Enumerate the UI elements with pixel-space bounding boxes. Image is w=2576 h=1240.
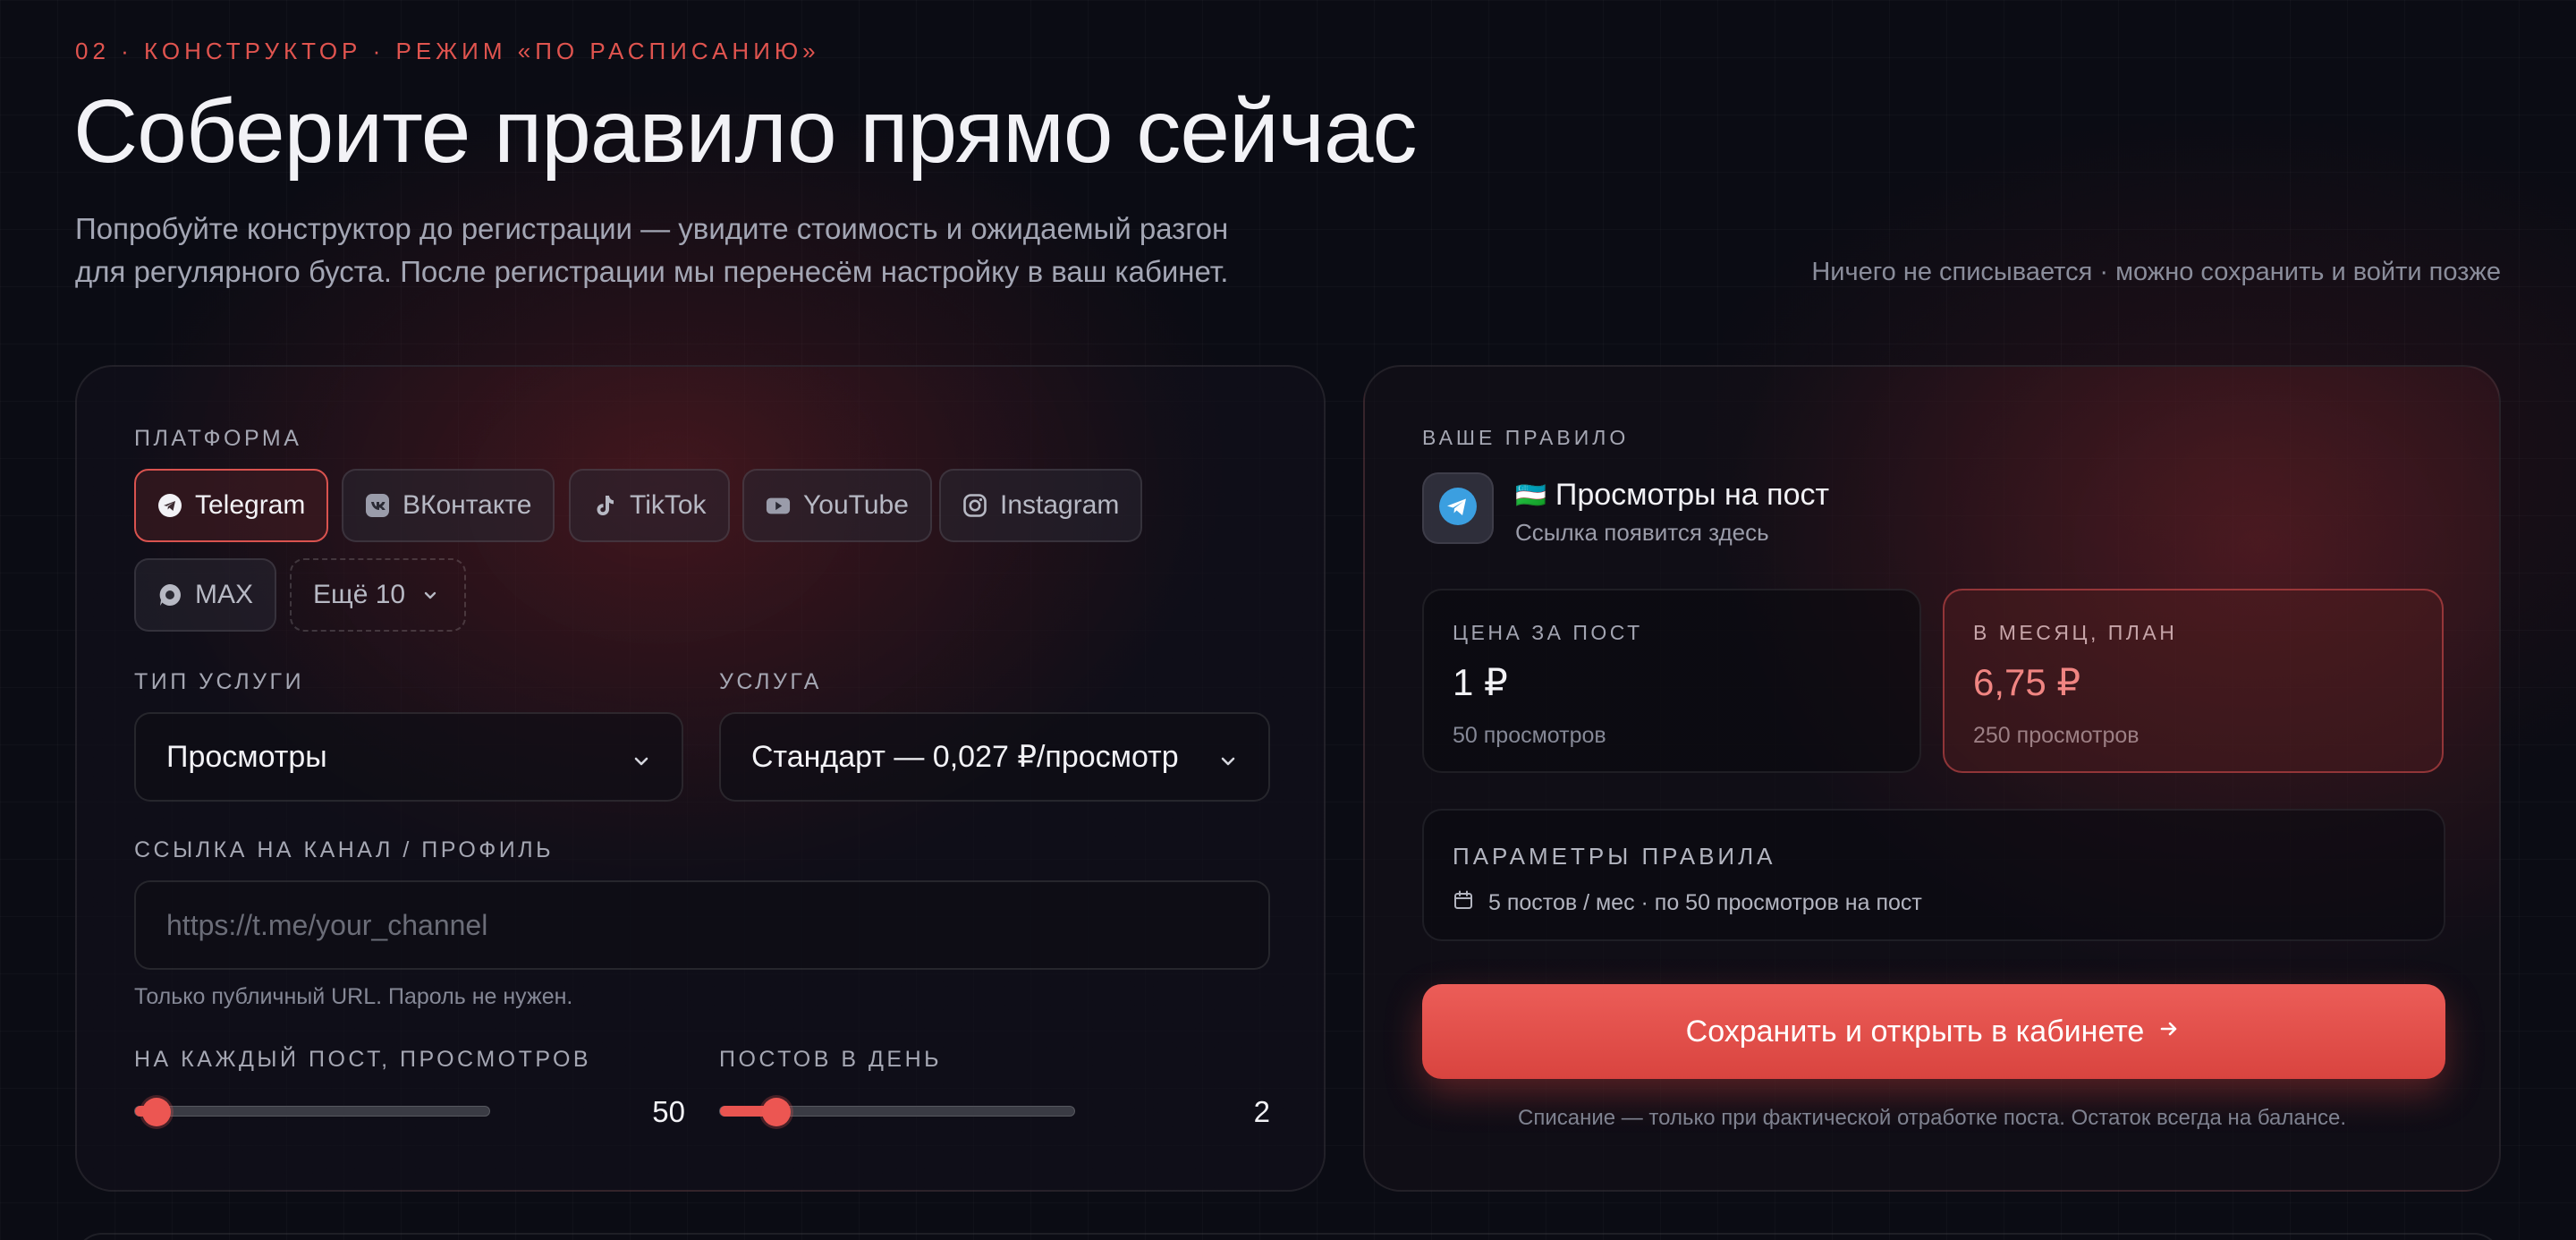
rule-label: ВАШЕ ПРАВИЛО: [1422, 426, 1630, 449]
price-per-post-sub: 50 просмотров: [1453, 723, 1606, 748]
posts-per-day-slider[interactable]: [719, 1098, 1075, 1126]
builder-card: ПЛАТФОРМА Telegram ВКонтакте TikTok YouT…: [75, 365, 1326, 1192]
calendar-icon: [1453, 889, 1474, 917]
posts-per-day-label: ПОСТОВ В ДЕНЬ: [719, 1047, 943, 1072]
rule-title-text: Просмотры на пост: [1555, 478, 1830, 512]
link-hint: Только публичный URL. Пароль не нужен.: [134, 984, 573, 1009]
rule-card: ВАШЕ ПРАВИЛО 🇺🇿 Просмотры на пост Ссылка…: [1363, 365, 2501, 1192]
monthly-plan-card: В МЕСЯЦ, ПЛАН 6,75 ₽ 250 просмотров: [1943, 589, 2444, 773]
per-post-slider-thumb[interactable]: [141, 1098, 171, 1126]
platform-chip-label: Telegram: [195, 490, 306, 520]
platform-chip-label: MAX: [195, 580, 254, 609]
link-label: ССЫЛКА НА КАНАЛ / ПРОФИЛЬ: [134, 837, 555, 862]
save-and-open-button[interactable]: Сохранить и открыть в кабинете: [1422, 984, 2445, 1079]
per-post-value: 50: [652, 1095, 685, 1128]
service-type-value: Просмотры: [166, 739, 327, 774]
max-icon: [157, 582, 182, 607]
platform-chip-vk[interactable]: ВКонтакте: [342, 469, 555, 542]
platform-chip-instagram[interactable]: Instagram: [939, 469, 1143, 542]
service-type-select[interactable]: Просмотры: [134, 712, 683, 802]
platform-label: ПЛАТФОРМА: [134, 426, 302, 451]
posts-per-day-slider-thumb[interactable]: [762, 1098, 792, 1126]
platform-chip-telegram[interactable]: Telegram: [134, 469, 329, 542]
per-post-label: НА КАЖДЫЙ ПОСТ, ПРОСМОТРОВ: [134, 1047, 592, 1072]
monthly-plan-label: В МЕСЯЦ, ПЛАН: [1973, 621, 2178, 644]
telegram-icon: [157, 493, 182, 518]
rule-params-label: ПАРАМЕТРЫ ПРАВИЛА: [1453, 843, 1776, 870]
no-charge-note: Ничего не списывается · можно сохранить …: [1811, 258, 2501, 286]
monthly-plan-sub: 250 просмотров: [1973, 723, 2140, 748]
more-platforms-label: Ещё 10: [313, 580, 406, 609]
platform-chip-youtube[interactable]: YouTube: [742, 469, 932, 542]
more-platforms-button[interactable]: Ещё 10: [290, 558, 467, 632]
vk-icon: [365, 493, 390, 518]
next-section-edge: [75, 1233, 2501, 1240]
service-label: УСЛУГА: [719, 669, 822, 694]
platform-chip-tiktok[interactable]: TikTok: [569, 469, 730, 542]
billing-footnote: Списание — только при фактической отрабо…: [1518, 1106, 2346, 1130]
posts-per-day-value: 2: [1253, 1095, 1270, 1128]
rule-params-card: ПАРАМЕТРЫ ПРАВИЛА 5 постов / мес · по 50…: [1422, 809, 2445, 941]
rule-title: 🇺🇿 Просмотры на пост: [1515, 478, 1829, 513]
page-lead: Попробуйте конструктор до регистрации — …: [75, 208, 1381, 293]
rule-params-row: 5 постов / мес · по 50 просмотров на пос…: [1453, 889, 1922, 917]
price-per-post-label: ЦЕНА ЗА ПОСТ: [1453, 621, 1643, 644]
chevron-down-icon: [418, 582, 443, 607]
service-select[interactable]: Стандарт — 0,027 ₽/просмотр: [719, 712, 1270, 802]
monthly-plan-value: 6,75 ₽: [1973, 661, 2081, 703]
platform-chip-max[interactable]: MAX: [134, 558, 277, 632]
platform-chip-label: ВКонтакте: [402, 490, 532, 520]
rule-flag: 🇺🇿: [1515, 481, 1546, 509]
price-per-post-value: 1 ₽: [1453, 661, 1508, 703]
channel-link-input[interactable]: [134, 880, 1270, 970]
arrow-right-icon: [2157, 1015, 2182, 1049]
section-eyebrow: 02 · КОНСТРУКТОР · РЕЖИМ «ПО РАСПИСАНИЮ»: [75, 38, 820, 64]
chevron-down-icon: [630, 746, 653, 781]
page-title: Соберите правило прямо сейчас: [73, 81, 1418, 182]
rule-link-placeholder: Ссылка появится здесь: [1515, 519, 1769, 546]
chevron-down-icon: [1216, 746, 1240, 781]
platform-chip-label: YouTube: [803, 490, 909, 520]
telegram-icon: [1438, 487, 1478, 531]
service-value: Стандарт — 0,027 ₽/просмотр: [751, 740, 1179, 774]
platform-chip-label: Instagram: [1000, 490, 1120, 520]
youtube-icon: [766, 493, 791, 518]
per-post-slider[interactable]: [134, 1098, 490, 1126]
service-type-label: ТИП УСЛУГИ: [134, 669, 305, 694]
save-and-open-label: Сохранить и открыть в кабинете: [1685, 1014, 2145, 1049]
tiktok-icon: [592, 493, 617, 518]
instagram-icon: [962, 493, 987, 518]
platform-chip-label: TikTok: [630, 490, 707, 520]
price-per-post-card: ЦЕНА ЗА ПОСТ 1 ₽ 50 просмотров: [1422, 589, 1921, 773]
lead-line-1: Попробуйте конструктор до регистрации — …: [75, 212, 1229, 245]
lead-line-2: для регулярного буста. После регистрации…: [75, 255, 1229, 288]
rule-params-text: 5 постов / мес · по 50 просмотров на пос…: [1488, 890, 1922, 915]
rule-platform-badge: [1422, 472, 1494, 544]
